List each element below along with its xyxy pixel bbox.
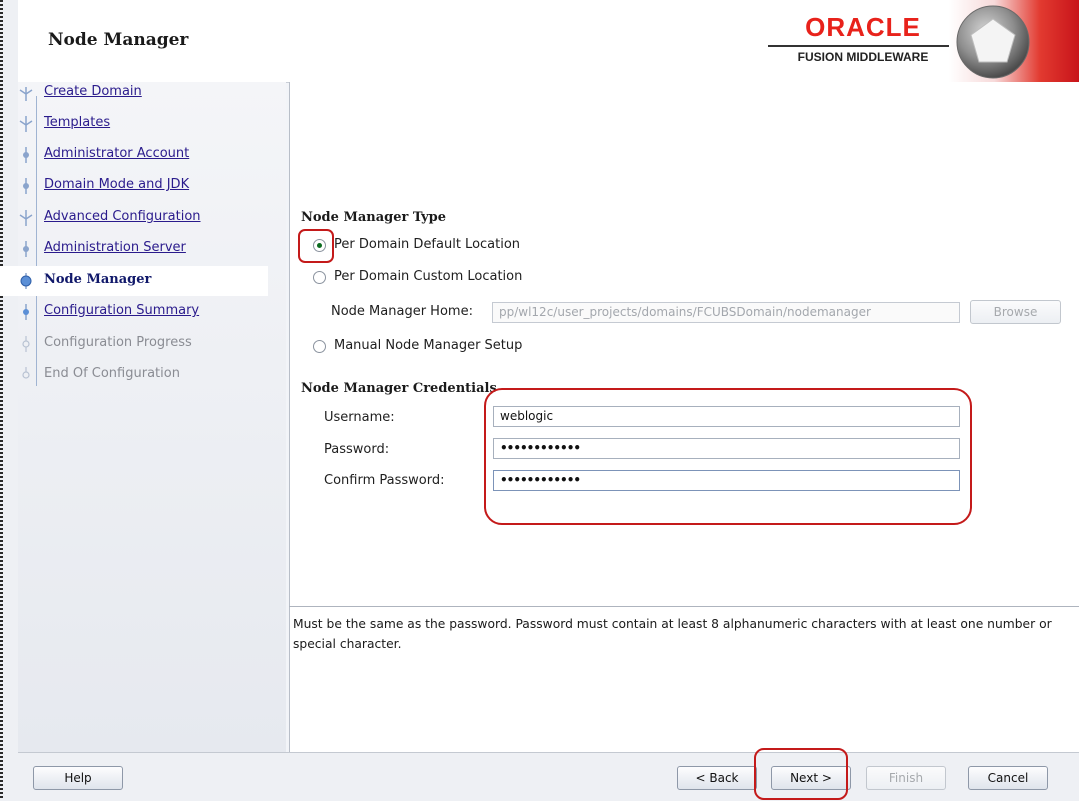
sidebar-item-label: End Of Configuration xyxy=(44,366,180,381)
radio-button[interactable] xyxy=(313,340,326,353)
node-manager-credentials-heading: Node Manager Credentials xyxy=(301,381,497,396)
sidebar-item-node-manager[interactable]: Node Manager xyxy=(0,266,268,296)
sidebar-item-label: Configuration Progress xyxy=(44,335,192,350)
radio-button[interactable] xyxy=(313,239,326,252)
step-dot-icon xyxy=(23,304,29,320)
step-circle-icon xyxy=(22,336,30,352)
header-banner: Node Manager ORACLE FUSION MIDDLEWARE xyxy=(18,0,1079,83)
radio-label: Per Domain Custom Location xyxy=(334,269,523,284)
sidebar-item-configuration-summary[interactable]: Configuration Summary xyxy=(0,297,268,327)
step-dot-icon xyxy=(23,241,29,257)
next-button[interactable]: Next > xyxy=(771,766,851,790)
page-title: Node Manager xyxy=(48,30,189,50)
step-dot-icon xyxy=(23,178,29,194)
radio-per-domain-default[interactable]: Per Domain Default Location xyxy=(313,236,573,258)
sidebar-item-create-domain[interactable]: Create Domain xyxy=(0,78,268,108)
fusion-emblem xyxy=(949,0,1079,82)
node-manager-home-field: pp/wl12c/user_projects/domains/FCUBSDoma… xyxy=(492,302,960,323)
sidebar-item-label: Node Manager xyxy=(44,272,152,287)
branch-icon xyxy=(19,116,33,132)
sidebar-item-label: Domain Mode and JDK xyxy=(44,177,190,192)
sidebar-item-label: Advanced Configuration xyxy=(44,209,201,224)
step-circle-icon xyxy=(22,367,30,379)
current-step-icon xyxy=(20,273,32,289)
help-splitter[interactable] xyxy=(289,606,1079,607)
help-button[interactable]: Help xyxy=(33,766,123,790)
finish-button: Finish xyxy=(866,766,946,790)
password-label: Password: xyxy=(324,442,390,457)
sidebar-item-label: Administrator Account xyxy=(44,146,190,161)
sidebar-item-configuration-progress: Configuration Progress xyxy=(0,329,268,359)
branch-icon xyxy=(19,210,33,226)
back-button[interactable]: < Back xyxy=(677,766,757,790)
branch-icon xyxy=(19,87,33,101)
username-label: Username: xyxy=(324,410,395,425)
sidebar-item-label: Create Domain xyxy=(44,84,142,99)
confirm-password-label: Confirm Password: xyxy=(324,473,445,488)
sidebar-item-domain-mode-and-jdk[interactable]: Domain Mode and JDK xyxy=(0,171,268,201)
browse-button: Browse xyxy=(970,300,1061,324)
cancel-button[interactable]: Cancel xyxy=(968,766,1048,790)
username-field[interactable]: weblogic xyxy=(493,406,960,427)
node-manager-type-heading: Node Manager Type xyxy=(301,210,447,225)
sidebar-item-advanced-configuration[interactable]: Advanced Configuration xyxy=(0,203,268,233)
node-manager-home-label: Node Manager Home: xyxy=(331,304,473,319)
pentagon-emblem-icon xyxy=(956,5,1030,79)
brand-subtitle: FUSION MIDDLEWARE xyxy=(797,50,929,64)
radio-manual-setup[interactable]: Manual Node Manager Setup xyxy=(313,337,573,359)
password-field[interactable]: •••••••••••• xyxy=(493,438,960,459)
oracle-logo: ORACLE FUSION MIDDLEWARE xyxy=(758,14,968,64)
sidebar-item-label: Configuration Summary xyxy=(44,303,200,318)
radio-label: Manual Node Manager Setup xyxy=(334,338,523,353)
radio-per-domain-custom[interactable]: Per Domain Custom Location xyxy=(313,268,573,290)
radio-button[interactable] xyxy=(313,271,326,284)
sidebar-item-end-of-configuration: End Of Configuration xyxy=(0,360,268,390)
radio-label: Per Domain Default Location xyxy=(334,237,521,252)
confirm-password-field[interactable]: •••••••••••• xyxy=(493,470,960,491)
help-message: Must be the same as the password. Passwo… xyxy=(293,617,1052,651)
sidebar-item-label: Administration Server xyxy=(44,240,186,255)
step-dot-icon xyxy=(23,147,29,163)
sidebar-item-administrator-account[interactable]: Administrator Account xyxy=(0,140,268,170)
sidebar-item-templates[interactable]: Templates xyxy=(0,109,268,139)
brand-divider xyxy=(768,45,958,47)
sidebar-item-label: Templates xyxy=(44,115,111,130)
brand-name: ORACLE xyxy=(805,12,921,42)
sidebar-item-administration-server[interactable]: Administration Server xyxy=(0,234,268,264)
